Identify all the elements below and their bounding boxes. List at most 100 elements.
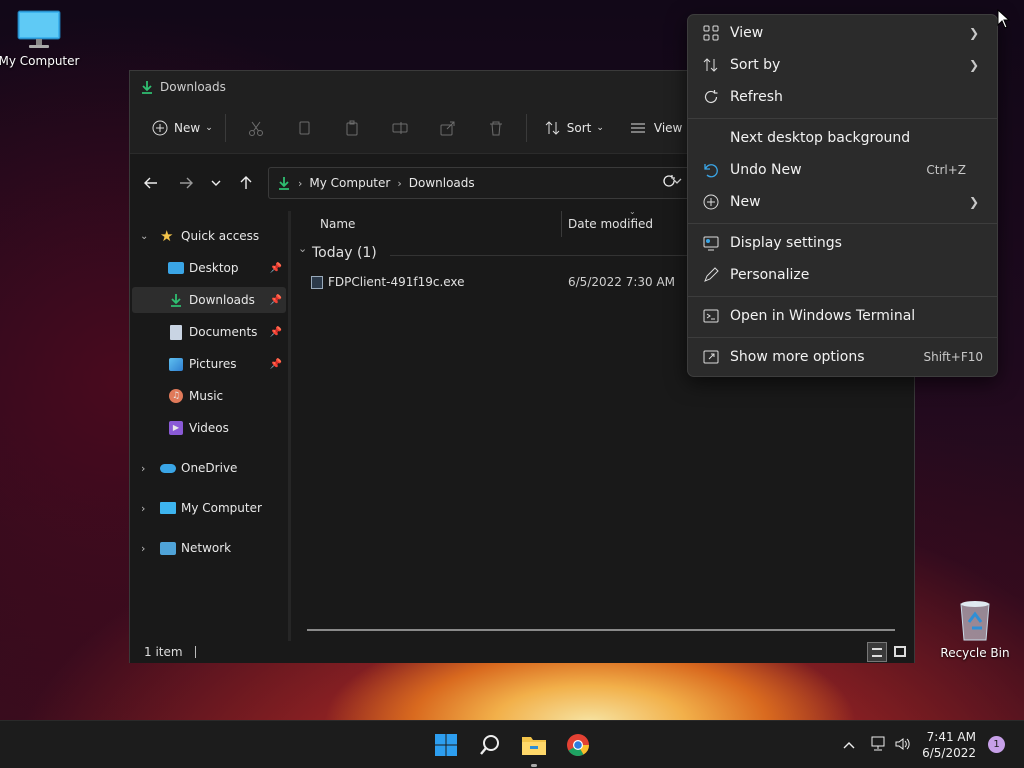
horizontal-scrollbar[interactable]	[307, 629, 895, 631]
menu-item-shortcut: Ctrl+Z	[926, 163, 966, 177]
chrome-icon	[567, 734, 589, 756]
sidebar-item-onedrive[interactable]: › OneDrive	[132, 455, 286, 481]
rename-icon	[392, 121, 408, 134]
copy-icon	[299, 121, 310, 134]
sort-arrows-icon	[692, 57, 730, 73]
chevron-down-icon[interactable]: ⌄	[140, 231, 148, 242]
menu-item-new[interactable]: New ❯	[692, 187, 993, 217]
speaker-icon	[895, 738, 910, 750]
pin-icon: 📌	[269, 262, 282, 274]
menu-item-label: Show more options	[730, 349, 865, 365]
music-icon: ♫	[169, 389, 183, 403]
folder-icon	[522, 737, 546, 755]
start-button[interactable]	[426, 729, 466, 761]
refresh-button[interactable]	[662, 173, 676, 192]
menu-separator	[688, 223, 997, 224]
recent-locations-button[interactable]	[199, 167, 233, 199]
file-explorer-taskbar-button[interactable]	[514, 729, 554, 767]
sidebar-item-network[interactable]: › Network	[132, 535, 286, 561]
share-button[interactable]	[424, 112, 472, 144]
forward-button[interactable]	[169, 167, 203, 199]
chrome-taskbar-button[interactable]	[558, 729, 598, 761]
chevron-right-icon: ❯	[968, 26, 979, 40]
delete-button[interactable]	[472, 112, 520, 144]
chevron-right-icon[interactable]: ›	[141, 542, 145, 555]
menu-item-sort-by[interactable]: Sort by ❯	[692, 50, 993, 80]
column-header-name[interactable]: Name	[320, 217, 355, 231]
sidebar-item-documents[interactable]: Documents 📌	[132, 319, 286, 345]
menu-item-refresh[interactable]: Refresh	[692, 82, 993, 112]
plus-circle-icon	[692, 194, 730, 210]
menu-item-open-in-terminal[interactable]: Open in Windows Terminal	[692, 301, 993, 331]
clock-time: 7:41 AM	[926, 730, 976, 744]
sidebar-item-label: Pictures	[189, 357, 237, 371]
mouse-cursor-icon	[997, 9, 1011, 29]
menu-item-next-desktop-background[interactable]: Next desktop background	[692, 123, 993, 153]
chevron-down-icon	[211, 180, 221, 186]
sidebar-item-downloads[interactable]: Downloads 📌	[132, 287, 286, 313]
menu-item-show-more-options[interactable]: Show more options Shift+F10	[692, 342, 993, 372]
desktop-icon-my-computer[interactable]: My Computer	[0, 10, 81, 68]
sidebar-item-pictures[interactable]: Pictures 📌	[132, 351, 286, 377]
chevron-right-icon: ❯	[968, 58, 979, 72]
menu-item-display-settings[interactable]: Display settings	[692, 228, 993, 258]
list-view-icon	[630, 123, 645, 132]
show-hidden-icons-button[interactable]	[842, 737, 856, 756]
sidebar-item-music[interactable]: ♫ Music	[132, 383, 286, 409]
menu-separator	[688, 337, 997, 338]
chevron-right-icon: ❯	[968, 195, 979, 209]
breadcrumb-downloads[interactable]: Downloads	[409, 176, 475, 190]
undo-icon	[692, 162, 730, 178]
chevron-down-icon: ⌄	[298, 242, 308, 255]
menu-separator	[688, 296, 997, 297]
arrow-right-icon	[180, 177, 193, 189]
network-status-button[interactable]	[869, 736, 887, 756]
download-icon	[171, 294, 181, 307]
sort-button[interactable]: Sort ⌄	[539, 112, 610, 144]
chevron-right-icon[interactable]: ›	[141, 502, 145, 515]
details-view-button[interactable]	[867, 642, 887, 662]
clock[interactable]: 7:41 AM 6/5/2022	[922, 729, 976, 761]
toolbar-divider	[224, 113, 226, 142]
paste-button[interactable]	[328, 112, 376, 144]
sort-indicator-icon: ⌄	[629, 207, 636, 216]
grid-icon	[692, 25, 730, 41]
volume-button[interactable]	[894, 736, 912, 756]
display-settings-icon	[692, 235, 730, 251]
cut-button[interactable]	[232, 112, 280, 144]
sidebar-item-label: Videos	[189, 421, 229, 435]
plus-circle-icon	[152, 120, 168, 135]
item-count: 1 item	[144, 645, 183, 659]
menu-item-view[interactable]: View ❯	[692, 18, 993, 48]
search-icon	[480, 735, 499, 755]
column-divider[interactable]	[561, 211, 562, 237]
sidebar-item-desktop[interactable]: Desktop 📌	[132, 255, 286, 281]
search-button[interactable]	[470, 729, 510, 761]
breadcrumb-my-computer[interactable]: My Computer	[309, 176, 390, 190]
desktop-context-menu: View ❯ Sort by ❯ Refresh Next desktop ba…	[687, 14, 998, 377]
refresh-icon	[692, 89, 730, 105]
pictures-icon	[169, 357, 183, 371]
desktop-icon-recycle-bin[interactable]: Recycle Bin	[933, 598, 1017, 660]
executable-file-icon	[311, 276, 323, 289]
menu-item-personalize[interactable]: Personalize	[692, 260, 993, 290]
sidebar-item-my-computer[interactable]: › My Computer	[132, 495, 286, 521]
sidebar-item-label: Desktop	[189, 261, 239, 275]
menu-item-undo-new[interactable]: Undo New Ctrl+Z	[692, 155, 993, 185]
copy-button[interactable]	[280, 112, 328, 144]
sidebar-item-videos[interactable]: ▶ Videos	[132, 415, 286, 441]
chevron-up-icon	[843, 742, 855, 749]
pin-icon: 📌	[269, 358, 282, 370]
chevron-right-icon[interactable]: ›	[141, 462, 145, 475]
tiles-view-button[interactable]	[890, 642, 910, 662]
new-button[interactable]: New ⌄	[146, 112, 219, 144]
notification-badge[interactable]: 1	[988, 736, 1005, 753]
menu-item-shortcut: Shift+F10	[923, 350, 983, 364]
address-bar[interactable]: › My Computer › Downloads	[268, 167, 698, 199]
sidebar-item-quick-access[interactable]: ⌄ ★ Quick access	[132, 223, 286, 249]
back-button[interactable]	[134, 167, 168, 199]
rename-button[interactable]	[376, 112, 424, 144]
up-button[interactable]	[229, 167, 263, 199]
column-header-date[interactable]: Date modified	[568, 217, 653, 231]
menu-item-label: Display settings	[730, 235, 842, 251]
